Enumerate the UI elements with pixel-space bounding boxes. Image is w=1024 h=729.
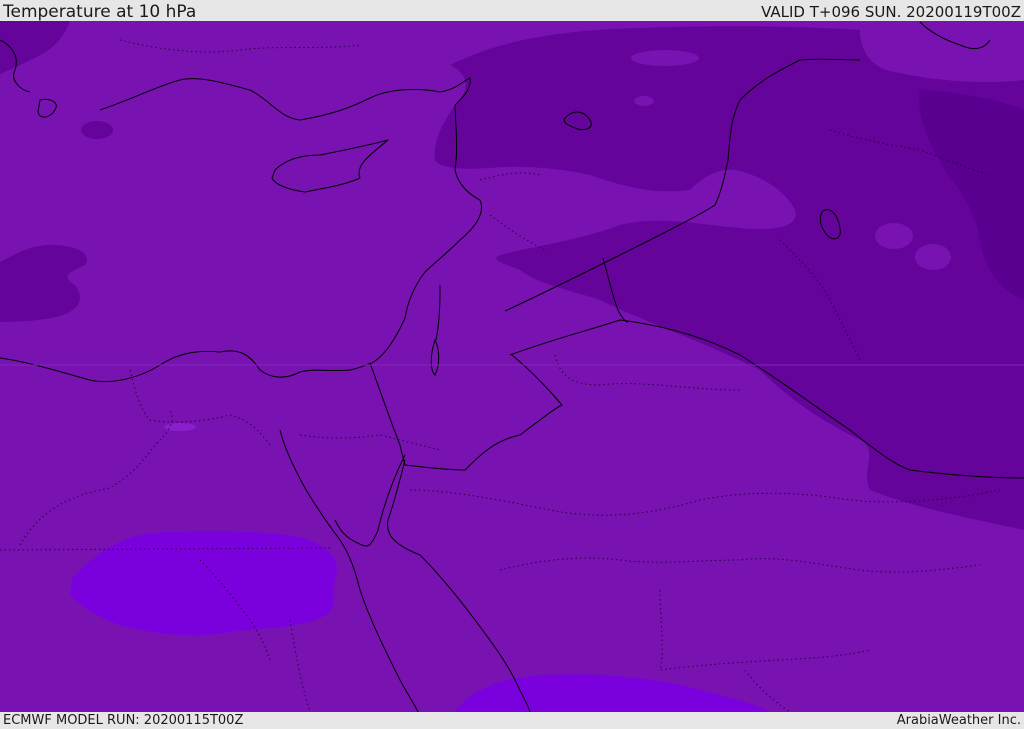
temperature-pocket-1 — [631, 50, 699, 66]
temperature-pocket-3 — [875, 223, 913, 249]
temperature-islet-cold — [81, 121, 113, 139]
model-run: ECMWF MODEL RUN: 20200115T00Z — [3, 713, 244, 728]
credit-text: ArabiaWeather Inc. — [896, 713, 1021, 728]
valid-time: VALID T+096 SUN. 20200119T00Z — [761, 3, 1021, 21]
map-canvas — [0, 21, 1024, 712]
map-title: Temperature at 10 hPa — [3, 2, 197, 22]
temperature-pocket-4 — [915, 244, 951, 270]
temperature-pocket-2 — [634, 96, 654, 106]
weather-map[interactable] — [0, 21, 1024, 712]
header-bar: Temperature at 10 hPa VALID T+096 SUN. 2… — [0, 0, 1024, 21]
footer-bar: ECMWF MODEL RUN: 20200115T00Z ArabiaWeat… — [0, 712, 1024, 729]
